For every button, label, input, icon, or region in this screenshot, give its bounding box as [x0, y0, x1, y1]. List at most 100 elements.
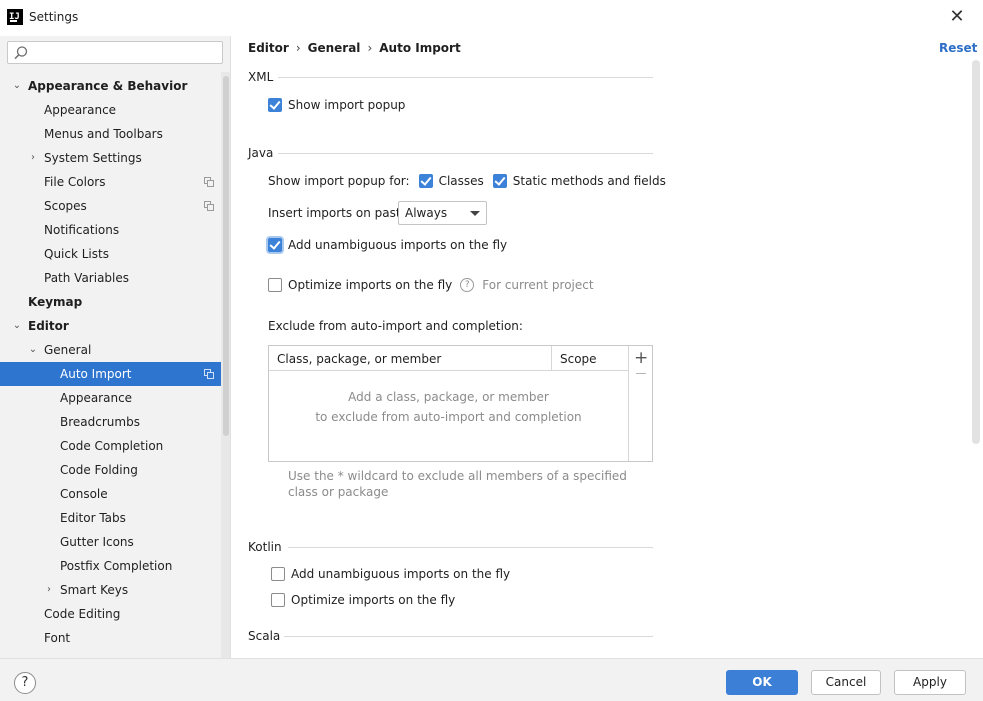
kotlin-optimize-label: Optimize imports on the fly: [291, 593, 456, 607]
java-section-title: Java: [248, 146, 274, 160]
sidebar-item-code-completion[interactable]: Code Completion: [0, 434, 221, 458]
sidebar-item-font[interactable]: Font: [0, 626, 221, 650]
java-static-methods-checkbox[interactable]: [492, 174, 507, 188]
sidebar-item-label: Notifications: [44, 223, 120, 237]
settings-sidebar: ⌄ Appearance & Behavior Appearance Menus an…: [0, 36, 231, 658]
java-popup-for-row: Show import popup for: Classes Static me…: [268, 174, 666, 188]
chevron-down-icon: [470, 211, 480, 216]
breadcrumb-general[interactable]: General: [308, 41, 361, 55]
java-classes-checkbox[interactable]: [418, 174, 433, 188]
kotlin-add-unambiguous-checkbox[interactable]: [271, 567, 285, 581]
dialog-footer: ? OK Cancel Apply: [0, 658, 983, 701]
java-optimize-checkbox[interactable]: [268, 278, 282, 292]
sidebar-item-keymap[interactable]: Keymap: [0, 290, 221, 314]
sidebar-item-smart-keys[interactable]: › Smart Keys: [0, 578, 221, 602]
settings-search-input[interactable]: [34, 44, 218, 61]
for-current-project-label: For current project: [482, 278, 594, 292]
sidebar-item-menus-and-toolbars[interactable]: Menus and Toolbars: [0, 122, 221, 146]
exclude-table-header: Class, package, or member Scope: [269, 346, 628, 371]
sidebar-item-label: Code Completion: [60, 439, 164, 453]
exclude-table: Class, package, or member Scope Add a cl…: [268, 345, 653, 462]
sidebar-item-appearance[interactable]: Appearance: [0, 98, 221, 122]
scala-section-title: Scala: [248, 629, 281, 643]
java-add-unambiguous-row[interactable]: Add unambiguous imports on the fly: [268, 238, 507, 252]
sidebar-item-label: Breadcrumbs: [60, 415, 140, 429]
cancel-button[interactable]: Cancel: [811, 670, 881, 695]
window-title: Settings: [29, 10, 79, 24]
breadcrumb-editor[interactable]: Editor: [248, 41, 289, 55]
chevron-right-icon[interactable]: ›: [27, 146, 39, 170]
kotlin-optimize-checkbox[interactable]: [271, 593, 285, 607]
project-scope-icon: [204, 201, 214, 211]
apply-button[interactable]: Apply: [894, 670, 966, 695]
sidebar-item-quick-lists[interactable]: Quick Lists: [0, 242, 221, 266]
sidebar-item-auto-import[interactable]: Auto Import: [0, 362, 230, 386]
settings-search-box[interactable]: [7, 41, 223, 64]
add-icon[interactable]: +: [634, 349, 648, 367]
sidebar-scrollbar-thumb[interactable]: [223, 76, 229, 436]
sidebar-item-code-folding[interactable]: Code Folding: [0, 458, 221, 482]
reset-link[interactable]: Reset: [939, 41, 977, 55]
breadcrumb-separator: ›: [295, 41, 301, 55]
help-button[interactable]: ?: [14, 672, 36, 694]
chevron-down-icon[interactable]: ⌄: [11, 74, 23, 98]
sidebar-item-appearance[interactable]: Appearance: [0, 386, 221, 410]
sidebar-item-label: Quick Lists: [44, 247, 109, 261]
sidebar-scrollbar[interactable]: [221, 72, 230, 658]
sidebar-item-scopes[interactable]: Scopes: [0, 194, 221, 218]
intellij-app-icon: IJ: [7, 9, 23, 25]
sidebar-item-editor[interactable]: ⌄ Editor: [0, 314, 221, 338]
sidebar-item-general[interactable]: ⌄ General: [0, 338, 221, 362]
chevron-down-icon[interactable]: ⌄: [27, 338, 39, 362]
project-scope-icon: [204, 177, 214, 187]
kotlin-add-unambiguous-row[interactable]: Add unambiguous imports on the fly: [271, 567, 510, 581]
sidebar-item-code-editing[interactable]: Code Editing: [0, 602, 221, 626]
sidebar-item-label: Scopes: [44, 199, 87, 213]
title-bar: IJ Settings ✕: [0, 0, 983, 36]
sidebar-item-editor-tabs[interactable]: Editor Tabs: [0, 506, 221, 530]
java-optimize-row[interactable]: Optimize imports on the fly ? For curren…: [268, 278, 594, 292]
sidebar-item-label: General: [44, 343, 92, 357]
xml-section-divider: [278, 77, 653, 78]
sidebar-item-label: Editor: [28, 319, 69, 333]
insert-on-paste-dropdown[interactable]: Always: [398, 201, 487, 225]
close-icon[interactable]: ✕: [946, 7, 968, 29]
scala-section-divider: [284, 636, 653, 637]
java-add-unambiguous-checkbox[interactable]: [268, 238, 282, 252]
empty-table-text-line2: to exclude from auto-import and completi…: [315, 410, 582, 424]
content-scrollbar[interactable]: [970, 58, 982, 658]
kotlin-section-divider: [288, 547, 653, 548]
column-divider[interactable]: [551, 346, 552, 371]
sidebar-item-label: Menus and Toolbars: [44, 127, 163, 141]
sidebar-item-system-settings[interactable]: › System Settings: [0, 146, 221, 170]
sidebar-item-breadcrumbs[interactable]: Breadcrumbs: [0, 410, 221, 434]
column-header-scope[interactable]: Scope: [560, 352, 597, 366]
column-header-class[interactable]: Class, package, or member: [277, 352, 441, 366]
xml-show-import-popup-checkbox[interactable]: [268, 98, 282, 112]
content-scrollbar-thumb[interactable]: [972, 60, 980, 444]
sidebar-item-path-variables[interactable]: Path Variables: [0, 266, 221, 290]
sidebar-item-file-colors[interactable]: File Colors: [0, 170, 221, 194]
sidebar-item-console[interactable]: Console: [0, 482, 221, 506]
kotlin-optimize-row[interactable]: Optimize imports on the fly: [271, 593, 455, 607]
sidebar-item-label: Code Editing: [44, 607, 121, 621]
java-optimize-label: Optimize imports on the fly: [288, 278, 453, 292]
exclude-label: Exclude from auto-import and completion:: [268, 319, 523, 333]
help-icon[interactable]: ?: [460, 278, 475, 292]
sidebar-item-gutter-icons[interactable]: Gutter Icons: [0, 530, 221, 554]
sidebar-item-postfix-completion[interactable]: Postfix Completion: [0, 554, 221, 578]
sidebar-item-notifications[interactable]: Notifications: [0, 218, 221, 242]
sidebar-item-appearance-behavior[interactable]: ⌄ Appearance & Behavior: [0, 74, 221, 98]
ok-button[interactable]: OK: [726, 670, 798, 695]
wildcard-hint: Use the * wildcard to exclude all member…: [288, 469, 627, 499]
chevron-down-icon[interactable]: ⌄: [11, 314, 23, 338]
java-section-divider: [278, 153, 653, 154]
chevron-right-icon[interactable]: ›: [43, 578, 55, 602]
remove-icon[interactable]: [636, 373, 646, 374]
table-toolbar: +: [628, 346, 652, 461]
xml-show-import-popup-row[interactable]: Show import popup: [268, 98, 405, 112]
insert-on-paste-value: Always: [405, 206, 448, 220]
java-add-unambiguous-label: Add unambiguous imports on the fly: [288, 238, 508, 252]
sidebar-item-label: File Colors: [44, 175, 106, 189]
empty-table-text-line1: Add a class, package, or member: [348, 390, 549, 404]
